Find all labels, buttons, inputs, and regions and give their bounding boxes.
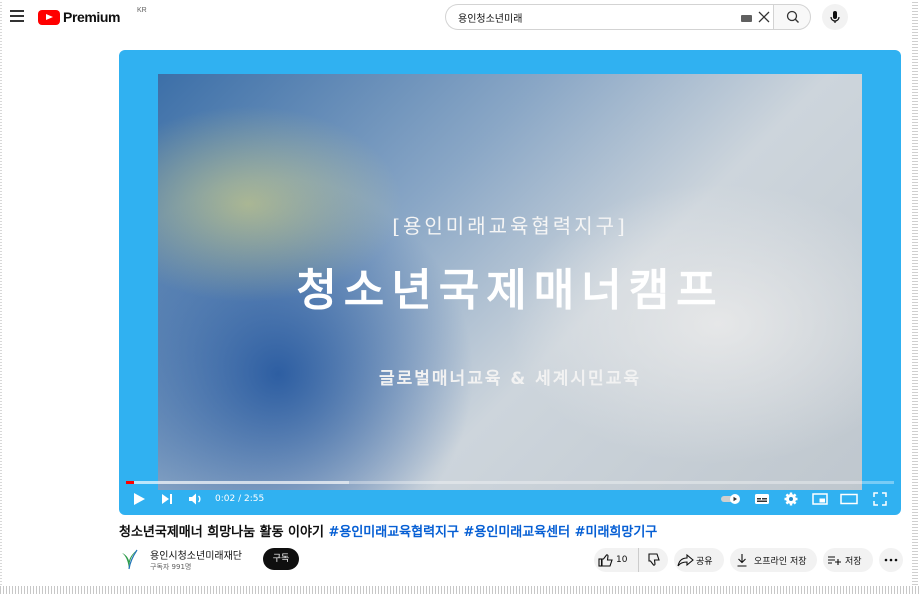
more-horizontal-icon — [884, 558, 898, 562]
next-video-icon[interactable] — [159, 490, 175, 508]
like-dislike-group: 10 — [594, 548, 668, 572]
like-button[interactable]: 10 — [594, 548, 639, 572]
video-frame[interactable]: [용인미래교육협력지구] 청소년국제매너캠프 글로벌매너교육 & 세계시민교육 — [158, 74, 862, 490]
play-icon[interactable] — [131, 490, 147, 508]
search-input[interactable]: 용인청소년미래 — [445, 4, 773, 30]
autoplay-toggle-icon[interactable] — [719, 490, 743, 508]
top-bar: Premium KR 용인청소년미래 — [0, 0, 910, 34]
offline-save-button[interactable]: 오프라인 저장 — [730, 548, 817, 572]
share-button[interactable]: 공유 — [674, 548, 724, 572]
hashtag-link[interactable]: #용인미래교육협력지구 — [328, 525, 459, 540]
playlist-add-icon — [828, 556, 841, 565]
video-overlay-title: 청소년국제매너캠프 — [296, 265, 724, 316]
volume-icon[interactable] — [187, 490, 205, 508]
share-label: 공유 — [696, 556, 713, 567]
video-overlay-tagline: 글로벌매너교육 & 세계시민교육 — [379, 369, 641, 389]
more-actions-button[interactable] — [879, 548, 903, 572]
youtube-play-icon — [38, 9, 60, 25]
theater-mode-icon[interactable] — [839, 490, 859, 508]
fullscreen-icon[interactable] — [871, 490, 889, 508]
hashtag-link[interactable]: #용인미래교육센터 — [464, 525, 571, 540]
microphone-icon — [830, 11, 840, 23]
logo-text: Premium — [63, 9, 121, 25]
search-icon — [786, 10, 799, 23]
progress-bar[interactable] — [126, 481, 894, 484]
video-title-text: 청소년국제매너 희망나눔 활동 이야기 — [119, 525, 329, 540]
subscribe-button[interactable]: 구독 — [263, 548, 299, 570]
buffered-progress — [126, 481, 349, 484]
share-icon — [677, 553, 694, 567]
settings-gear-icon[interactable] — [782, 490, 800, 508]
save-label: 저장 — [845, 556, 862, 567]
search-query-text: 용인청소년미래 — [458, 14, 523, 25]
channel-name[interactable]: 용인시청소년미래재단 — [150, 547, 242, 562]
miniplayer-icon[interactable] — [811, 490, 829, 508]
page-edge-left — [0, 0, 2, 594]
like-count: 10 — [616, 555, 628, 565]
channel-avatar[interactable] — [120, 547, 140, 571]
subtitles-icon[interactable] — [753, 490, 771, 508]
video-overlay-subtitle: [용인미래교육협력지구] — [392, 214, 628, 238]
subscriber-count: 구독자 991명 — [150, 563, 192, 571]
download-icon — [737, 554, 747, 567]
voice-search-button[interactable] — [822, 4, 848, 30]
played-progress — [126, 481, 135, 484]
page-scrollbar[interactable] — [912, 0, 918, 594]
keyboard-icon[interactable] — [741, 15, 752, 22]
logo-region-label: KR — [137, 7, 147, 14]
thumbs-up-icon — [598, 554, 613, 567]
video-player[interactable]: [용인미래교육협력지구] 청소년국제매너캠프 글로벌매너교육 & 세계시민교육 … — [119, 50, 901, 515]
hashtag-link[interactable]: #미래희망기구 — [575, 525, 658, 540]
page-edge-bottom — [0, 586, 920, 594]
time-display: 0:02 / 2:55 — [215, 494, 265, 504]
search-button[interactable] — [773, 4, 811, 30]
save-to-playlist-button[interactable]: 저장 — [823, 548, 873, 572]
offline-save-label: 오프라인 저장 — [754, 556, 807, 567]
menu-icon[interactable] — [10, 10, 24, 22]
clear-search-icon[interactable] — [757, 10, 771, 24]
video-title: 청소년국제매너 희망나눔 활동 이야기 #용인미래교육협력지구 #용인미래교육센… — [119, 521, 657, 540]
thumbs-down-icon[interactable] — [639, 553, 667, 567]
youtube-premium-logo[interactable]: Premium KR — [38, 7, 147, 25]
